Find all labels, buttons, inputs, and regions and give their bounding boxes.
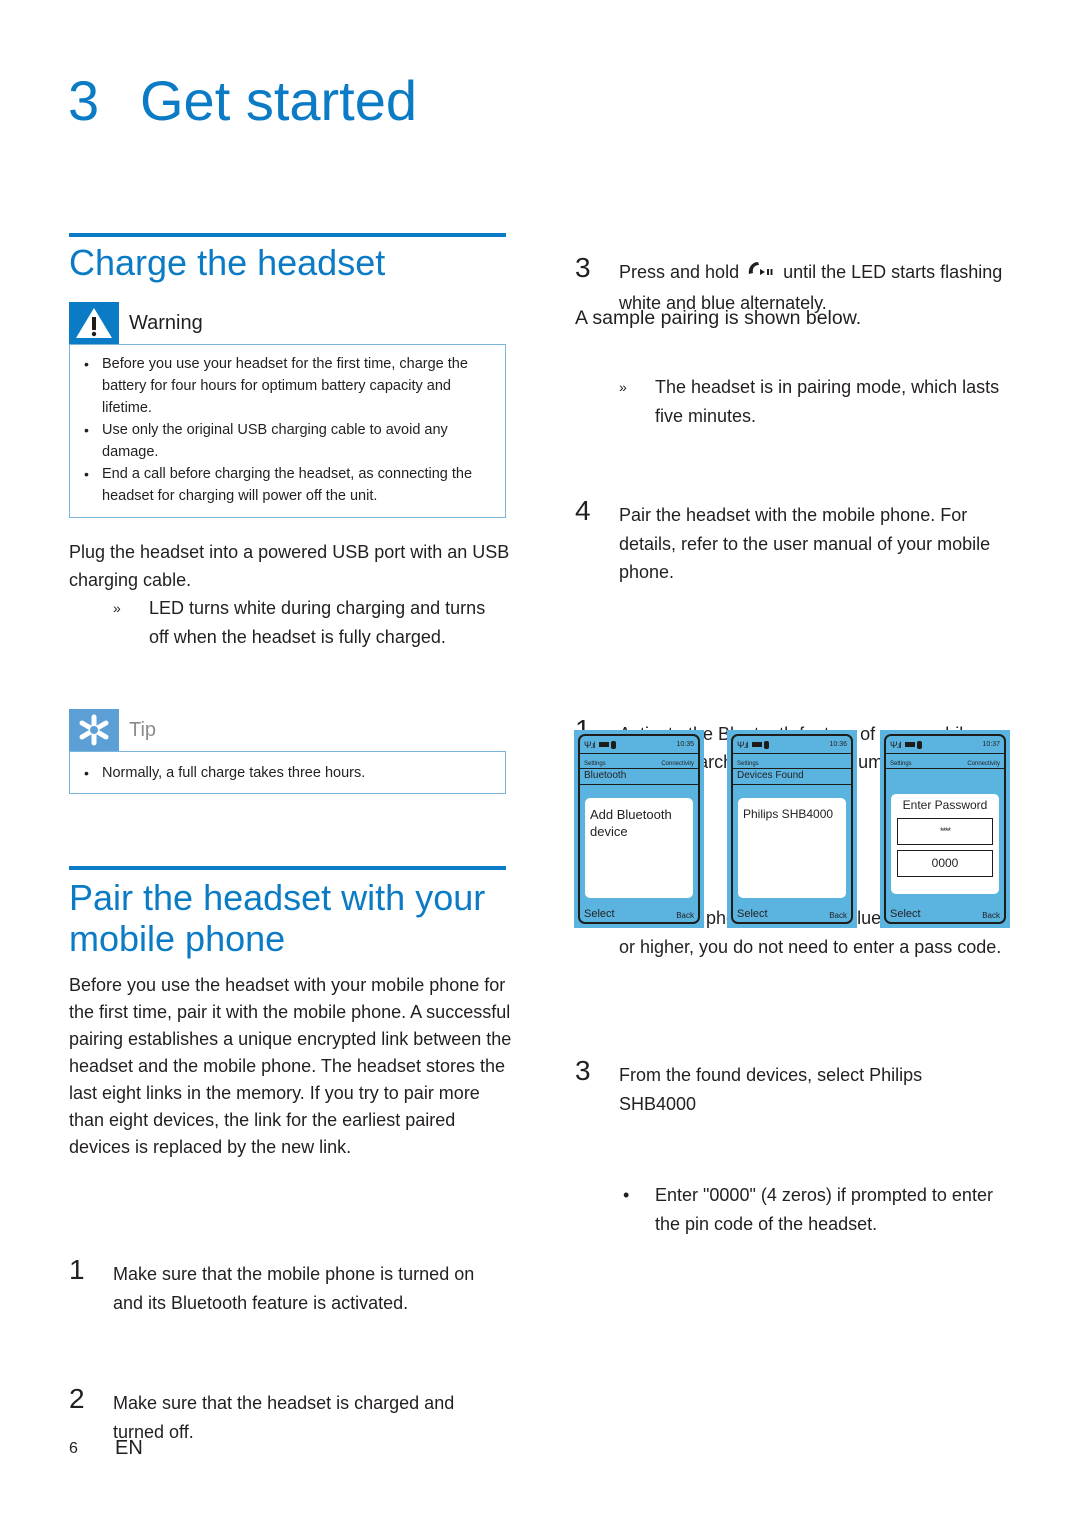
chapter-title: 3 Get started — [68, 68, 417, 133]
result-marker: » — [113, 600, 121, 616]
charge-result: » LED turns white during charging and tu… — [69, 594, 509, 651]
section-rule — [69, 233, 506, 237]
phone-time: 10:35 — [676, 741, 694, 748]
phone-menu-title: Bluetooth — [580, 769, 698, 785]
phone-screenshot-2: Ψ.ıl 10:36 Settings Devices Found Philip… — [727, 730, 857, 928]
phone-softkeys: Select Back — [890, 908, 1000, 920]
pair-step: 1 Make sure that the mobile phone is tur… — [69, 1255, 509, 1317]
warning-label: Warning — [129, 311, 203, 334]
step-number: 4 — [575, 495, 591, 526]
charge-result-text: LED turns white during charging and turn… — [149, 598, 486, 647]
bullet-text: Enter "0000" (4 zeros) if prompted to en… — [655, 1185, 993, 1234]
crumb-left: Settings — [584, 761, 606, 767]
section-heading-pair: Pair the headset with your mobile phone — [69, 877, 486, 959]
signal-icon: Ψ.ıl — [890, 739, 901, 750]
phone-status-bar: Ψ.ıl 10:36 — [733, 736, 851, 754]
phone-status-bar: Ψ.ıl 10:35 — [580, 736, 698, 754]
tip-box: Tip Normally, a full charge takes three … — [69, 709, 506, 794]
crumb-left: Settings — [737, 761, 759, 767]
result-marker: » — [619, 379, 627, 395]
phone-softkeys: Select Back — [737, 908, 847, 920]
sample-bullet: • Enter "0000" (4 zeros) if prompted to … — [575, 1181, 1015, 1238]
warning-triangle-icon — [69, 302, 119, 344]
chapter-number: 3 — [68, 69, 100, 132]
call-play-pause-icon — [746, 260, 776, 289]
warning-item: End a call before charging the headset, … — [80, 463, 497, 507]
softkey-select: Select — [584, 908, 615, 920]
charge-instruction: Plug the headset into a powered USB port… — [69, 542, 510, 590]
phone-breadcrumb: Settings Connectivity — [886, 754, 1004, 769]
phone-screenshot-1: Ψ.ıl 10:35 Settings Connectivity Bluetoo… — [574, 730, 704, 928]
phone-content: Enter Password **** 0000 — [891, 794, 999, 894]
crumb-left: Settings — [890, 761, 912, 767]
step-text: Pair the headset with the mobile phone. … — [619, 505, 991, 582]
bluetooth-icon — [610, 740, 616, 749]
language-code: EN — [115, 1437, 143, 1459]
step-number: 2 — [69, 1383, 85, 1414]
phone-menu-title: Devices Found — [733, 769, 851, 785]
pairing-result-text: The headset is in pairing mode, which la… — [655, 377, 1000, 426]
tip-asterisk-icon — [69, 709, 119, 751]
step-text-before: Press and hold — [619, 262, 740, 282]
step-text: From the found devices, select Philips S… — [619, 1065, 923, 1114]
phone-time: 10:37 — [982, 741, 1000, 748]
battery-icon — [598, 742, 609, 747]
softkey-back: Back — [676, 911, 694, 920]
crumb-right: Connectivity — [661, 761, 694, 767]
tip-label: Tip — [129, 718, 157, 741]
password-prompt: Enter Password — [902, 798, 988, 812]
softkey-back: Back — [829, 911, 847, 920]
phone-content: Add Bluetooth device — [585, 798, 693, 898]
phone-menu-title — [886, 769, 1004, 785]
phone-content: Philips SHB4000 — [738, 798, 846, 898]
bullet-marker: • — [623, 1185, 630, 1205]
phone-screenshot-3: Ψ.ıl 10:37 Settings Connectivity Enter P… — [880, 730, 1010, 928]
step-number: 3 — [575, 252, 591, 283]
battery-icon — [904, 742, 915, 747]
password-value-field: 0000 — [897, 850, 993, 877]
pair-step: 4 Pair the headset with the mobile phone… — [575, 496, 1015, 587]
page-number: 6 — [69, 1440, 78, 1457]
chapter-title-text: Get started — [140, 69, 418, 132]
tip-item: Normally, a full charge takes three hour… — [80, 762, 497, 784]
sample-step: 3 From the found devices, select Philips… — [575, 1056, 975, 1118]
softkey-select: Select — [737, 908, 768, 920]
warning-box: Warning Before you use your headset for … — [69, 302, 506, 518]
signal-icon: Ψ.ıl — [584, 739, 595, 750]
softkey-select: Select — [890, 908, 921, 920]
section-rule — [69, 866, 506, 870]
battery-icon — [751, 742, 762, 747]
step-number: 1 — [69, 1254, 85, 1285]
password-masked-field: **** — [897, 818, 993, 845]
pairing-result: » The headset is in pairing mode, which … — [575, 373, 1015, 430]
step-text: Make sure that the headset is charged an… — [113, 1393, 455, 1442]
phone-softkeys: Select Back — [584, 908, 694, 920]
crumb-right: Connectivity — [967, 761, 1000, 767]
step-number: 3 — [575, 1055, 591, 1086]
sample-intro: A sample pairing is shown below. — [575, 307, 862, 329]
phone-breadcrumb: Settings Connectivity — [580, 754, 698, 769]
phone-status-bar: Ψ.ıl 10:37 — [886, 736, 1004, 754]
warning-item: Use only the original USB charging cable… — [80, 419, 497, 463]
section-heading-charge: Charge the headset — [69, 242, 386, 283]
signal-icon: Ψ.ıl — [737, 739, 748, 750]
phone-time: 10:36 — [829, 741, 847, 748]
bluetooth-icon — [916, 740, 922, 749]
bluetooth-icon — [763, 740, 769, 749]
pair-intro: Before you use the headset with your mob… — [69, 975, 512, 1157]
warning-item: Before you use your headset for the firs… — [80, 353, 497, 419]
phone-breadcrumb: Settings — [733, 754, 851, 769]
step-text: Make sure that the mobile phone is turne… — [113, 1264, 475, 1313]
softkey-back: Back — [982, 911, 1000, 920]
